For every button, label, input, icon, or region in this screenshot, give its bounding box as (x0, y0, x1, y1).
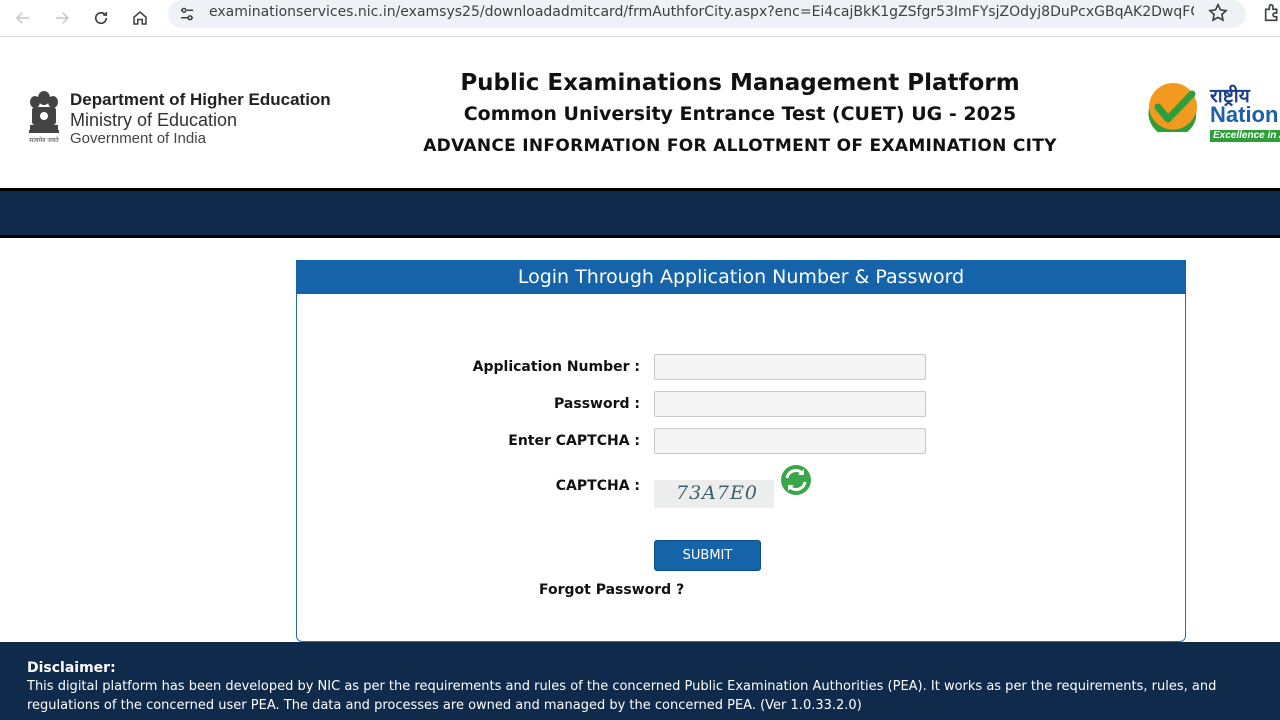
password-input[interactable] (654, 391, 926, 417)
agency-logo: राष्ट्रीय Nation Excellence in A (1148, 82, 1280, 144)
arrow-left-icon (15, 12, 29, 24)
page-subtitle-2: ADVANCE INFORMATION FOR ALLOTMENT OF EXA… (423, 136, 1057, 156)
emblem-motto: सत्यमेव जयते (29, 136, 59, 144)
page-subtitle: Common University Entrance Test (CUET) U… (463, 103, 1017, 125)
captcha-code: 73A7E0 (676, 482, 758, 504)
agency-tagline: Excellence in A (1210, 130, 1280, 142)
reload-button[interactable] (87, 4, 115, 32)
header-titles: Public Examinations Management Platform … (380, 68, 1100, 162)
forward-button[interactable] (48, 4, 76, 32)
checkmark-logo-icon (1148, 83, 1197, 132)
reload-icon (94, 11, 108, 25)
national-emblem-icon: सत्यमेव जयते (29, 91, 59, 144)
agency-name-english: Nation (1210, 102, 1279, 127)
department-block: Department of Higher Education Ministry … (70, 90, 331, 147)
department-name: Department of Higher Education (70, 90, 331, 109)
government-name: Government of India (70, 130, 206, 147)
home-icon (133, 11, 147, 25)
application-number-label: Application Number : (472, 359, 640, 375)
captcha-input[interactable] (654, 428, 926, 454)
tune-icon[interactable] (178, 5, 196, 23)
forgot-password-link[interactable]: Forgot Password ? (539, 582, 684, 598)
ministry-name: Ministry of Education (70, 110, 238, 130)
page-title: Public Examinations Management Platform (460, 70, 1020, 96)
url-text[interactable]: examinationservices.nic.in/examsys25/dow… (209, 4, 1194, 20)
disclaimer-title: Disclaimer: (27, 660, 116, 676)
captcha-label: CAPTCHA : (555, 478, 640, 494)
login-panel-heading: Login Through Application Number & Passw… (296, 260, 1186, 294)
arrow-right-icon (56, 12, 70, 24)
home-button[interactable] (126, 4, 154, 32)
footer-disclaimer: Disclaimer: This digital platform has be… (0, 642, 1280, 720)
browser-toolbar: examinationservices.nic.in/examsys25/dow… (0, 0, 1280, 37)
site-header: सत्यमेव जयते Department of Higher Educat… (0, 38, 1280, 188)
address-bar[interactable]: examinationservices.nic.in/examsys25/dow… (168, 0, 1246, 28)
star-icon[interactable] (1207, 2, 1229, 24)
extension-icon[interactable] (1262, 2, 1280, 24)
application-number-input[interactable] (654, 354, 926, 380)
refresh-icon[interactable] (778, 462, 814, 498)
captcha-image: 73A7E0 (654, 480, 774, 508)
disclaimer-text: This digital platform has been developed… (27, 679, 1217, 713)
password-label: Password : (554, 396, 640, 412)
captcha-input-label: Enter CAPTCHA : (508, 433, 640, 449)
navigation-band (0, 188, 1280, 238)
submit-button[interactable]: SUBMIT (654, 540, 761, 571)
back-button[interactable] (9, 4, 37, 32)
